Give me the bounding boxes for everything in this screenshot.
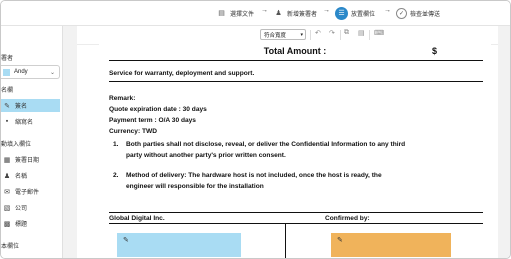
app-window: ▤ 選擇文件 → ♟ 新增簽署者 → ☰ 放置欄位 → ✓ 檢查並傳送 署者 A… (0, 0, 511, 259)
signer-section-title: 署者 (1, 56, 14, 62)
quote-expiration: Quote expiration date : 30 days (109, 106, 207, 113)
arrow-right-icon: → (323, 7, 330, 14)
divider-line (109, 212, 483, 213)
field-title[interactable]: ▩ 標題 (1, 217, 60, 230)
step-label: 檢查並傳送 (410, 11, 441, 18)
list-item-text: engineer will responsible for the instal… (126, 183, 264, 190)
step-label: 放置欄位 (351, 11, 376, 18)
step-place-fields[interactable]: ☰ 放置欄位 (335, 4, 375, 22)
step-label: 新增簽署者 (287, 11, 318, 18)
initials-icon: ▪ (5, 118, 9, 125)
field-label: 縮寫名 (15, 120, 34, 126)
field-sign-date[interactable]: ▦ 簽署日期 (1, 153, 60, 166)
building-icon: ▧ (3, 204, 11, 212)
signer-select[interactable]: Andy ⌄ (1, 65, 60, 79)
arrow-right-icon: → (384, 7, 391, 14)
payment-term: Payment term : O/A 30 days (109, 117, 196, 124)
document-page: Total Amount : $ Service for warranty, d… (99, 44, 491, 258)
step-select-document[interactable]: ▤ 選擇文件 (216, 4, 254, 22)
zoom-select[interactable]: 符合寬度 ▾ (260, 29, 306, 40)
viewer-gutter (63, 26, 77, 258)
step-bar: ▤ 選擇文件 → ♟ 新增簽署者 → ☰ 放置欄位 → ✓ 檢查並傳送 (1, 1, 510, 26)
field-email[interactable]: ✉ 電子郵件 (1, 185, 60, 198)
signature-pen-icon: ✎ (4, 102, 10, 110)
divider-line (109, 81, 483, 82)
list-item-text: party without another party's prior writ… (126, 152, 286, 159)
person-icon: ♟ (275, 10, 282, 17)
field-name[interactable]: ♟ 名稱 (1, 169, 60, 182)
company-name: Global Digital Inc. (109, 215, 165, 222)
step-review-send[interactable]: ✓ 檢查並傳送 (396, 4, 440, 22)
keyboard-icon[interactable]: ⌨ (374, 29, 384, 37)
paste-icon[interactable]: ▤ (358, 29, 365, 37)
signature-pen-icon: ✎ (337, 237, 343, 244)
step-add-signer[interactable]: ♟ 新增簽署者 (273, 4, 317, 22)
list-item-text: Both parties shall not disclose, reveal,… (126, 141, 406, 148)
field-label: 簽署日期 (15, 158, 40, 164)
divider-line (109, 60, 483, 61)
list-item-text: Method of delivery: The hardware host is… (126, 172, 382, 179)
zoom-value: 符合寬度 (264, 32, 287, 39)
service-line: Service for warranty, deployment and sup… (109, 70, 255, 77)
total-amount-row: Total Amount : $ (99, 46, 491, 56)
document-toolbar: 符合寬度 ▾ ↶ ↷ ⧉ ▤ ⌨ (77, 26, 498, 45)
confirmed-by-label: Confirmed by: (325, 215, 370, 222)
chevron-down-icon: ⌄ (49, 69, 55, 76)
fields-icon: ☰ (335, 6, 348, 20)
total-amount-label: Total Amount : (263, 46, 327, 56)
undo-icon[interactable]: ↶ (315, 29, 321, 37)
redo-icon[interactable]: ↷ (329, 29, 335, 37)
field-label: 標題 (15, 222, 28, 228)
field-label: 名稱 (15, 174, 28, 180)
field-company[interactable]: ▧ 公司 (1, 201, 60, 214)
remark-heading: Remark: (109, 95, 136, 102)
autofill-section-title: 動填入欄位 (1, 142, 32, 148)
step-label: 選擇文件 (230, 11, 255, 18)
field-label: 簽名 (15, 104, 28, 110)
list-item-number: 2. (113, 172, 119, 179)
currency: Currency: TWD (109, 128, 157, 135)
field-label: 電子郵件 (15, 190, 40, 196)
signature-field-left[interactable]: ✎ (117, 233, 241, 257)
toolbar-divider (310, 30, 311, 40)
document-icon: ▤ (218, 10, 225, 17)
email-icon: ✉ (4, 188, 10, 196)
signature-field-right[interactable]: ✎ (331, 233, 451, 257)
divider-line (109, 223, 483, 224)
list-item-number: 1. (113, 141, 119, 148)
signature-section-title: 名欄 (1, 88, 14, 94)
signer-name: Andy (14, 69, 28, 75)
copy-icon[interactable]: ⧉ (344, 29, 349, 37)
total-amount-symbol: $ (432, 46, 438, 56)
field-sidebar: 署者 Andy ⌄ 名欄 ✎ 簽名 ▪ 縮寫名 動填入欄位 ▦ 簽署日期 ♟ 名… (1, 26, 63, 258)
calendar-icon: ▦ (3, 156, 11, 164)
field-signature[interactable]: ✎ 簽名 (1, 99, 60, 112)
basic-section-title: 本欄位 (1, 244, 20, 250)
signer-color-swatch (3, 68, 10, 76)
field-initials[interactable]: ▪ 縮寫名 (1, 115, 60, 128)
viewer-gutter-right (498, 26, 510, 258)
toolbar-divider (369, 30, 370, 40)
chevron-down-icon: ▾ (300, 31, 303, 38)
person-icon: ♟ (3, 172, 11, 180)
check-circle-icon: ✓ (396, 7, 407, 19)
signature-pen-icon: ✎ (123, 237, 129, 244)
title-icon: ▩ (3, 220, 11, 228)
field-label: 公司 (15, 206, 28, 212)
column-divider (285, 223, 286, 258)
arrow-right-icon: → (261, 7, 268, 14)
toolbar-divider (340, 30, 341, 40)
